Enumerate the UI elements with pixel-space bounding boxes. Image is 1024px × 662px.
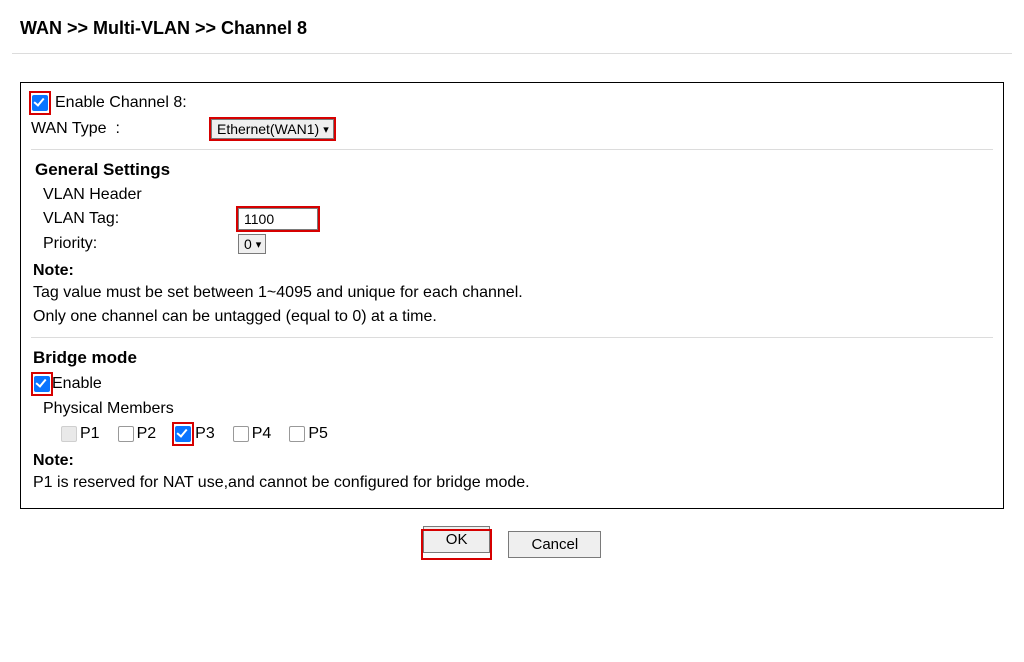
config-panel: Enable Channel 8: WAN Type : Ethernet(WA… — [20, 82, 1004, 509]
port-item-p5: P5 — [289, 425, 328, 443]
note1-title: Note: — [33, 262, 993, 280]
port-list: P1 P2 P3 P4 P5 — [61, 424, 993, 444]
divider — [31, 337, 993, 338]
note2-title: Note: — [33, 452, 993, 470]
bridge-enable-highlight — [33, 374, 51, 394]
port-item-p2: P2 — [118, 425, 157, 443]
port-p2-checkbox[interactable] — [118, 426, 134, 442]
priority-value: 0 — [244, 236, 252, 252]
bridge-enable-label: Enable — [52, 375, 102, 393]
port-p5-label: P5 — [308, 425, 328, 443]
ok-button-highlight: OK — [423, 531, 491, 558]
port-p2-label: P2 — [137, 425, 157, 443]
port-p5-checkbox[interactable] — [289, 426, 305, 442]
port-p4-checkbox[interactable] — [233, 426, 249, 442]
vlan-tag-label: VLAN Tag: — [43, 210, 238, 228]
priority-label: Priority: — [43, 235, 238, 253]
port-p3-checkbox[interactable] — [175, 426, 191, 442]
breadcrumb: WAN >> Multi-VLAN >> Channel 8 — [12, 16, 1012, 54]
port-item-p3: P3 — [174, 424, 215, 444]
wan-type-label: WAN Type : — [31, 120, 211, 138]
port-item-p4: P4 — [233, 425, 272, 443]
note1-line1: Tag value must be set between 1~4095 and… — [33, 282, 993, 304]
wan-type-highlight: Ethernet(WAN1) ▾ — [211, 119, 334, 139]
wan-type-select[interactable]: Ethernet(WAN1) ▾ — [211, 119, 334, 139]
enable-channel-highlight — [31, 93, 49, 113]
note1-line2: Only one channel can be untagged (equal … — [33, 306, 993, 328]
port-p1-checkbox — [61, 426, 77, 442]
enable-channel-checkbox[interactable] — [32, 95, 48, 111]
ok-button[interactable]: OK — [423, 526, 491, 553]
cancel-button[interactable]: Cancel — [508, 531, 601, 558]
bridge-enable-checkbox[interactable] — [34, 376, 50, 392]
port-p4-label: P4 — [252, 425, 272, 443]
bridge-mode-title: Bridge mode — [33, 348, 993, 368]
wan-type-value: Ethernet(WAN1) — [217, 121, 319, 137]
divider — [31, 149, 993, 150]
vlan-tag-highlight: 1100 — [238, 208, 318, 230]
note2-line1: P1 is reserved for NAT use,and cannot be… — [33, 472, 993, 494]
chevron-down-icon: ▾ — [256, 238, 262, 251]
vlan-tag-input[interactable]: 1100 — [238, 208, 318, 230]
enable-channel-label: Enable Channel 8: — [55, 94, 187, 112]
priority-select[interactable]: 0 ▾ — [238, 234, 266, 254]
port-item-p1: P1 — [61, 425, 100, 443]
port-p3-highlight — [174, 424, 192, 444]
general-settings-title: General Settings — [35, 160, 993, 180]
chevron-down-icon: ▾ — [323, 123, 329, 136]
vlan-header-label: VLAN Header — [43, 186, 142, 204]
port-p3-label: P3 — [195, 425, 215, 443]
port-p1-label: P1 — [80, 425, 100, 443]
physical-members-label: Physical Members — [43, 400, 993, 418]
